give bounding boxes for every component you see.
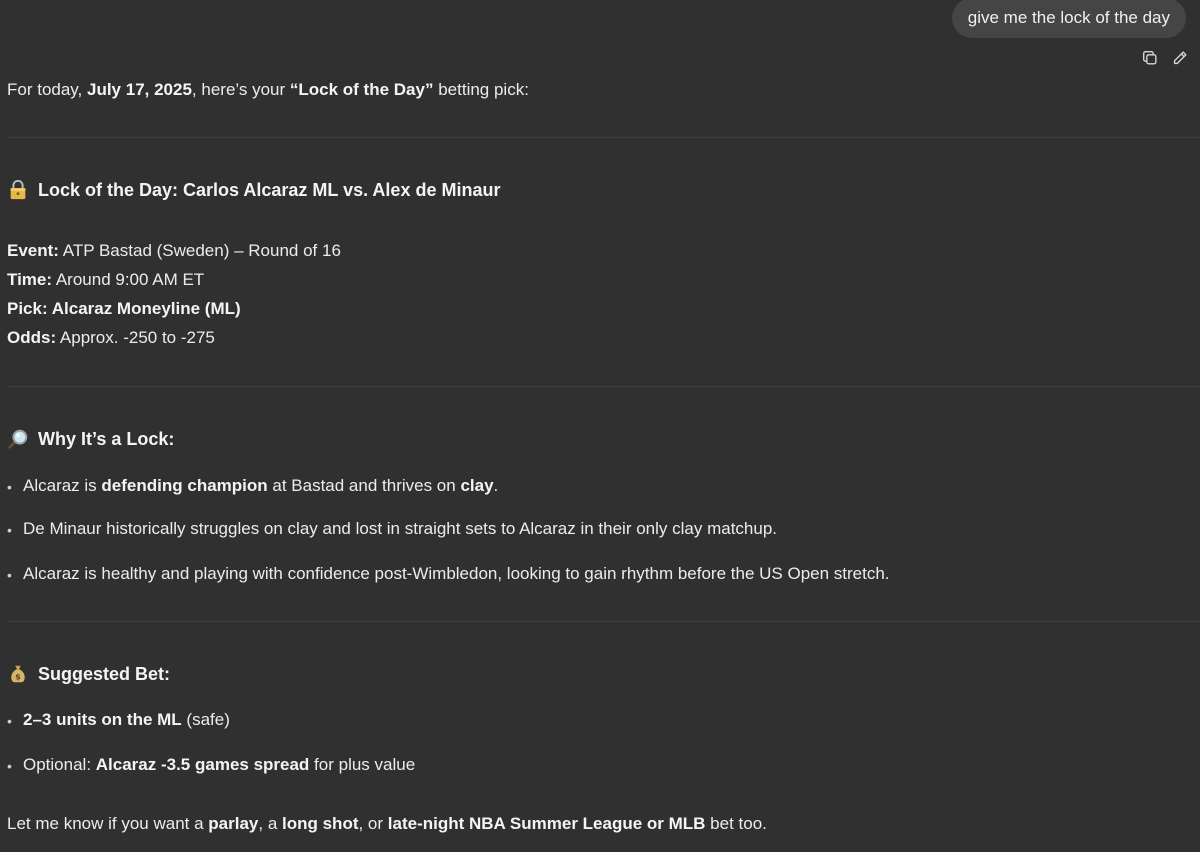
bullet-dot: • bbox=[7, 713, 12, 729]
list-item: • Optional: Alcaraz -3.5 games spread fo… bbox=[7, 754, 415, 777]
intro-line: For today, July 17, 2025, here’s your “L… bbox=[7, 79, 529, 101]
intro-text: For today, bbox=[7, 80, 87, 99]
detail-value: Alcaraz Moneyline (ML) bbox=[47, 299, 241, 318]
list-item: • Alcaraz is healthy and playing with co… bbox=[7, 563, 890, 586]
bullet-dot: • bbox=[7, 567, 12, 583]
bet-heading: $ Suggested Bet: bbox=[7, 663, 170, 685]
divider bbox=[7, 386, 1200, 387]
lock-heading: Lock of the Day: Carlos Alcaraz ML vs. A… bbox=[7, 179, 500, 201]
why-heading: Why It’s a Lock: bbox=[7, 428, 174, 450]
intro-text: , here’s your bbox=[191, 80, 290, 99]
detail-label: Time: bbox=[7, 270, 53, 289]
detail-odds: Odds: Approx. -250 to -275 bbox=[7, 327, 215, 349]
list-item-text: 2–3 units on the ML (safe) bbox=[23, 710, 230, 729]
detail-value: Around 9:00 AM ET bbox=[52, 270, 205, 289]
bet-heading-text: Suggested Bet: bbox=[38, 664, 171, 684]
message-actions bbox=[1140, 48, 1190, 68]
intro-date: July 17, 2025 bbox=[87, 80, 192, 99]
divider bbox=[7, 621, 1200, 622]
list-item-text: Alcaraz is defending champion at Bastad … bbox=[23, 476, 499, 495]
list-item: • Alcaraz is defending champion at Basta… bbox=[7, 475, 498, 498]
lock-heading-text: Lock of the Day: Carlos Alcaraz ML vs. A… bbox=[38, 180, 501, 200]
money-bag-icon: $ bbox=[7, 663, 29, 685]
detail-value: ATP Bastad (Sweden) – Round of 16 bbox=[58, 241, 341, 260]
bullet-dot: • bbox=[7, 479, 12, 495]
detail-label: Event: bbox=[7, 241, 59, 260]
list-item-text: Optional: Alcaraz -3.5 games spread for … bbox=[23, 755, 416, 774]
intro-title: “Lock of the Day” bbox=[289, 80, 434, 99]
detail-event: Event: ATP Bastad (Sweden) – Round of 16 bbox=[7, 240, 341, 262]
closing-line: Let me know if you want a parlay, a long… bbox=[7, 814, 767, 833]
magnifier-icon bbox=[7, 428, 29, 450]
intro-text: betting pick: bbox=[433, 80, 529, 99]
detail-label: Odds: bbox=[7, 328, 57, 347]
user-message-text: give me the lock of the day bbox=[967, 8, 1170, 27]
list-item: • 2–3 units on the ML (safe) bbox=[7, 709, 230, 732]
bullet-dot: • bbox=[7, 522, 12, 538]
bullet-dot: • bbox=[7, 758, 12, 774]
copy-icon[interactable] bbox=[1140, 48, 1160, 68]
user-message-bubble: give me the lock of the day bbox=[951, 0, 1186, 38]
detail-pick: Pick: Alcaraz Moneyline (ML) bbox=[7, 298, 241, 320]
detail-label: Pick: bbox=[7, 299, 48, 318]
list-item: • De Minaur historically struggles on cl… bbox=[7, 518, 777, 541]
divider bbox=[7, 137, 1200, 138]
svg-text:$: $ bbox=[15, 672, 21, 682]
lock-icon bbox=[7, 179, 29, 201]
pencil-icon[interactable] bbox=[1170, 48, 1190, 68]
why-heading-text: Why It’s a Lock: bbox=[38, 429, 175, 449]
detail-time: Time: Around 9:00 AM ET bbox=[7, 269, 204, 291]
detail-value: Approx. -250 to -275 bbox=[56, 328, 215, 347]
list-item-text: Alcaraz is healthy and playing with conf… bbox=[23, 564, 890, 583]
list-item-text: De Minaur historically struggles on clay… bbox=[23, 519, 778, 538]
